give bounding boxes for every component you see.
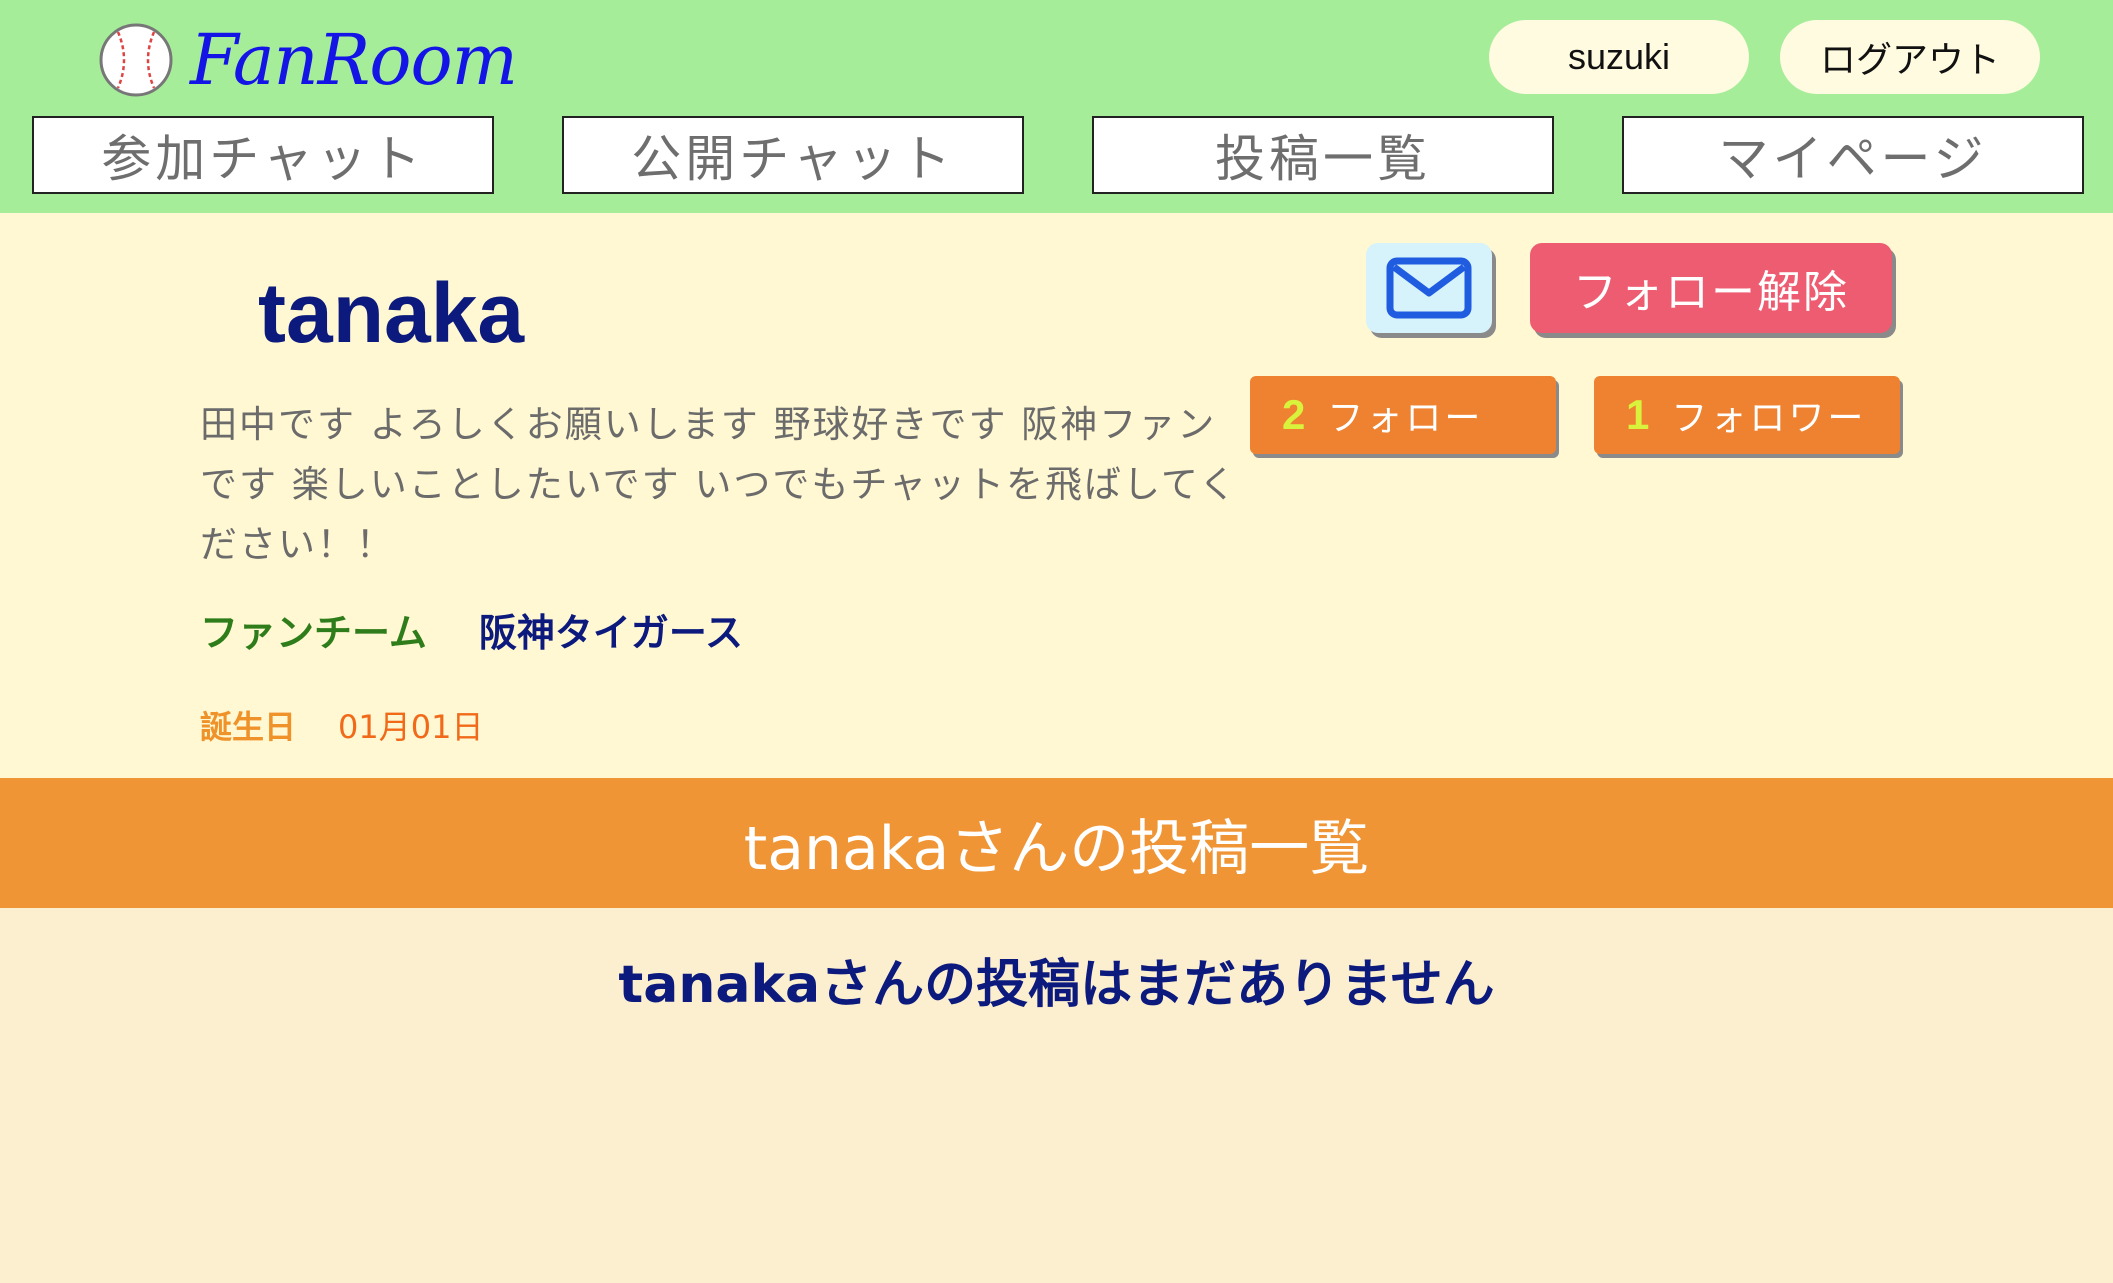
current-user-button[interactable]: suzuki — [1489, 20, 1749, 94]
logout-button[interactable]: ログアウト — [1780, 20, 2040, 94]
nav-posts[interactable]: 投稿一覧 — [1092, 116, 1554, 194]
fan-team-label: ファンチーム — [200, 611, 427, 655]
followers-label: フォロワー — [1671, 398, 1867, 439]
app-name: FanRoom — [190, 19, 518, 101]
posts-section-title: tanakaさんの投稿一覧 — [0, 778, 2113, 908]
following-count-button[interactable]: 2 フォロー — [1250, 376, 1556, 454]
mail-icon — [1386, 257, 1472, 319]
posts-empty-message: tanakaさんの投稿はまだありません — [618, 955, 1495, 1015]
nav-joined-chats[interactable]: 参加チャット — [32, 116, 494, 194]
profile-bio: 田中です よろしくお願いします 野球好きです 阪神ファンです 楽しいことしたいで… — [200, 403, 1238, 566]
app-header: FanRoom suzuki ログアウト 参加チャット 公開チャット 投稿一覧 … — [0, 0, 2113, 213]
birthday-label: 誕生日 — [200, 708, 297, 746]
birthday-row: 誕生日 01月01日 — [200, 705, 483, 749]
app-logo[interactable]: FanRoom — [98, 19, 518, 101]
unfollow-button[interactable]: フォロー解除 — [1530, 243, 1892, 333]
fan-team-name: 阪神タイガース — [478, 611, 743, 655]
baseball-icon — [99, 23, 173, 97]
nav-public-chats[interactable]: 公開チャット — [562, 116, 1024, 194]
nav-my-page[interactable]: マイページ — [1622, 116, 2084, 194]
following-label: フォロー — [1327, 398, 1484, 439]
followers-count-button[interactable]: 1 フォロワー — [1594, 376, 1900, 454]
followers-count: 1 — [1626, 391, 1650, 438]
following-count: 2 — [1282, 391, 1306, 438]
fan-team-row: ファンチーム 阪神タイガース — [200, 605, 743, 661]
message-button[interactable] — [1366, 243, 1492, 333]
birthday-value: 01月01日 — [338, 708, 484, 746]
profile-section: tanaka 田中です よろしくお願いします 野球好きです 阪神ファンです 楽し… — [0, 213, 2113, 778]
profile-username: tanaka — [258, 266, 525, 360]
